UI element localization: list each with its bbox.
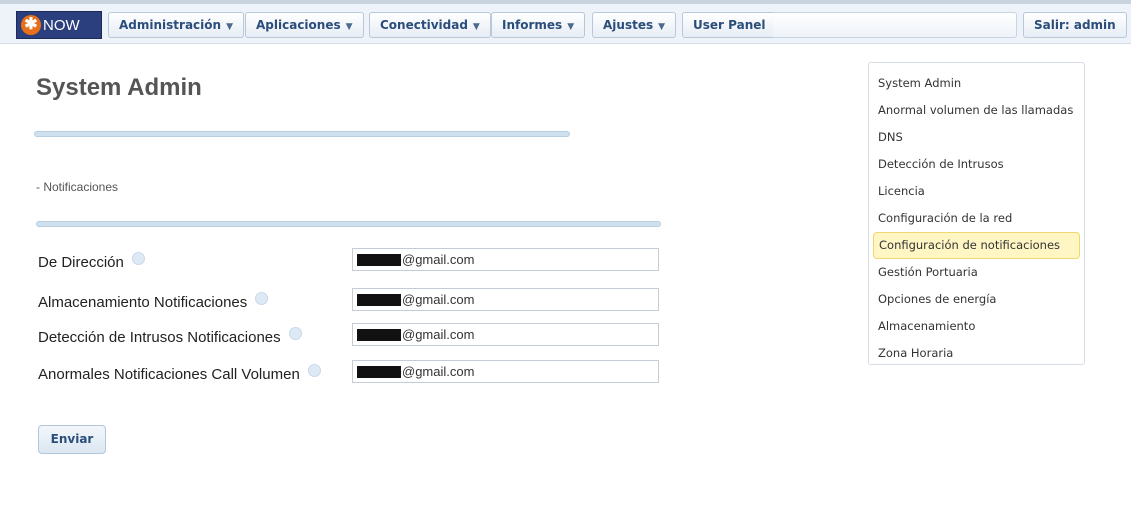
sidebar-item-storage[interactable]: Almacenamiento: [873, 313, 1080, 340]
nav-menu-label: Informes: [502, 18, 563, 32]
nav-menu-label: Conectividad: [380, 18, 468, 32]
field-value: @gmail.com: [402, 327, 475, 342]
redaction-mask: [357, 365, 401, 378]
nav-menu-administracion[interactable]: Administración ▼: [108, 12, 244, 38]
section-title: - Notificaciones: [36, 180, 119, 194]
nav-menu-ajustes[interactable]: Ajustes ▼: [592, 12, 677, 38]
field-label-text: De Dirección: [38, 254, 124, 271]
chevron-down-icon: ▼: [472, 22, 480, 32]
nav-user-panel[interactable]: User Panel: [682, 12, 777, 38]
help-icon[interactable]: [255, 292, 269, 305]
field-label-text: Almacenamiento Notificaciones: [38, 294, 248, 311]
help-icon[interactable]: [288, 327, 302, 340]
nav-menu-label: User Panel: [693, 18, 766, 32]
app-logo[interactable]: ✱ NOW: [16, 11, 102, 39]
call-volume-notifications-label: Anormales Notificaciones Call Volumen: [38, 364, 321, 383]
title-divider: [34, 131, 570, 137]
chevron-down-icon: ▼: [345, 22, 353, 32]
settings-sidebar: System Admin Anormal volumen de las llam…: [868, 62, 1085, 365]
intrusion-notifications-label: Detección de Intrusos Notificaciones: [38, 327, 302, 346]
chevron-down-icon: ▼: [658, 22, 666, 32]
redaction-mask: [357, 253, 401, 266]
nav-spacer: [773, 12, 1017, 38]
page-title: System Admin: [36, 74, 202, 101]
intrusion-notifications-field[interactable]: @gmail.com: [352, 323, 659, 346]
sidebar-item-power-options[interactable]: Opciones de energía: [873, 286, 1080, 313]
field-label-text: Detección de Intrusos Notificaciones: [38, 329, 281, 346]
help-icon[interactable]: [307, 364, 321, 377]
from-address-field[interactable]: @gmail.com: [352, 248, 659, 271]
nav-menu-label: Aplicaciones: [256, 18, 341, 32]
section-divider: [36, 221, 661, 227]
redaction-mask: [357, 293, 401, 306]
sidebar-item-network-config[interactable]: Configuración de la red: [873, 205, 1080, 232]
logo-text: NOW: [43, 16, 80, 34]
sidebar-item-intrusion-detection[interactable]: Detección de Intrusos: [873, 151, 1080, 178]
call-volume-notifications-field[interactable]: @gmail.com: [352, 360, 659, 383]
sidebar-item-time-zone[interactable]: Zona Horaria: [873, 340, 1080, 367]
sidebar-item-abnormal-call-volume[interactable]: Anormal volumen de las llamadas: [873, 97, 1080, 124]
field-value: @gmail.com: [402, 292, 475, 307]
chevron-down-icon: ▼: [567, 22, 575, 32]
from-address-label: De Dirección: [38, 252, 145, 271]
sidebar-item-dns[interactable]: DNS: [873, 124, 1080, 151]
nav-menu-informes[interactable]: Informes ▼: [491, 12, 586, 38]
field-label-text: Anormales Notificaciones Call Volumen: [38, 366, 300, 383]
sidebar-item-port-management[interactable]: Gestión Portuaria: [873, 259, 1080, 286]
storage-notifications-label: Almacenamiento Notificaciones: [38, 292, 269, 311]
nav-menu-label: Administración: [119, 18, 222, 32]
storage-notifications-field[interactable]: @gmail.com: [352, 288, 659, 311]
sidebar-item-license[interactable]: Licencia: [873, 178, 1080, 205]
chevron-down-icon: ▼: [226, 22, 233, 32]
sidebar-item-system-admin[interactable]: System Admin: [873, 70, 1080, 97]
nav-menu-aplicaciones[interactable]: Aplicaciones ▼: [245, 12, 364, 38]
sidebar-item-notification-config[interactable]: Configuración de notificaciones: [873, 232, 1080, 259]
nav-menu-label: Ajustes: [603, 18, 654, 32]
field-value: @gmail.com: [402, 364, 475, 379]
submit-button[interactable]: Enviar: [38, 425, 106, 454]
logo-star-icon: ✱: [21, 15, 41, 35]
help-icon[interactable]: [131, 252, 145, 265]
field-value: @gmail.com: [402, 252, 475, 267]
logout-button[interactable]: Salir: admin: [1023, 12, 1127, 38]
top-nav-bar: ✱ NOW Administración ▼ Aplicaciones ▼ Cone…: [0, 0, 1131, 44]
redaction-mask: [357, 328, 401, 341]
nav-menu-conectividad[interactable]: Conectividad ▼: [369, 12, 491, 38]
